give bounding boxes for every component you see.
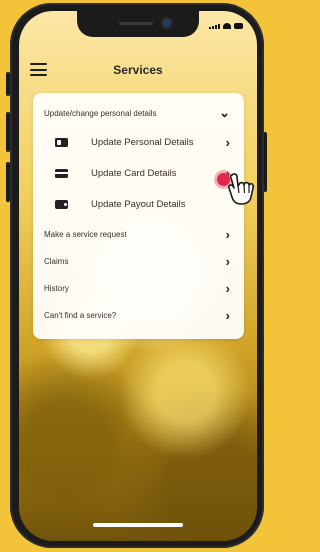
chevron-right-icon: › <box>225 253 230 269</box>
services-card: Update/change personal details ⌄ Update … <box>33 93 244 339</box>
list-item-update-payout-details[interactable]: Update Payout Details <box>33 194 244 214</box>
status-bar <box>209 23 243 29</box>
camera-icon <box>163 19 171 27</box>
list-item-label: Make a service request <box>44 229 127 239</box>
list-item-claims[interactable]: Claims › <box>33 252 244 270</box>
list-item-label: History <box>44 283 69 293</box>
list-item-label: Can't find a service? <box>44 310 117 320</box>
id-card-icon <box>55 137 68 147</box>
home-indicator <box>93 523 183 527</box>
list-item-label: Update Card Details <box>91 167 177 179</box>
list-item-label: Update Payout Details <box>91 198 186 210</box>
list-item-update-card-details[interactable]: Update Card Details › <box>33 163 244 183</box>
chevron-right-icon: › <box>225 134 230 150</box>
list-item-history[interactable]: History › <box>33 279 244 297</box>
list-item-label: Update Personal Details <box>91 136 194 148</box>
list-item-service-request[interactable]: Make a service request › <box>33 225 244 243</box>
signal-icon <box>209 24 220 29</box>
chevron-right-icon: › <box>225 307 230 323</box>
phone-screen: Services Update/change personal details … <box>19 11 257 541</box>
battery-icon <box>234 23 243 29</box>
speaker <box>119 22 153 25</box>
page-title: Services <box>113 63 163 77</box>
app-header: Services <box>19 55 257 89</box>
wifi-icon <box>223 23 231 29</box>
pointing-hand-icon <box>228 173 255 205</box>
chevron-right-icon: › <box>225 280 230 296</box>
stage: Services Update/change personal details … <box>0 0 273 552</box>
credit-card-icon <box>55 168 68 178</box>
notch <box>77 11 199 37</box>
wallet-icon <box>55 199 68 209</box>
list-item-cant-find-service[interactable]: Can't find a service? › <box>33 306 244 324</box>
chevron-right-icon: › <box>225 226 230 242</box>
list-item-update-personal-details[interactable]: Update Personal Details › <box>33 132 244 152</box>
chevron-down-icon: ⌄ <box>219 105 230 120</box>
list-item-label: Claims <box>44 256 69 266</box>
list-item-update-personal[interactable]: Update/change personal details ⌄ <box>33 103 244 123</box>
list-item-label: Update/change personal details <box>44 108 157 118</box>
